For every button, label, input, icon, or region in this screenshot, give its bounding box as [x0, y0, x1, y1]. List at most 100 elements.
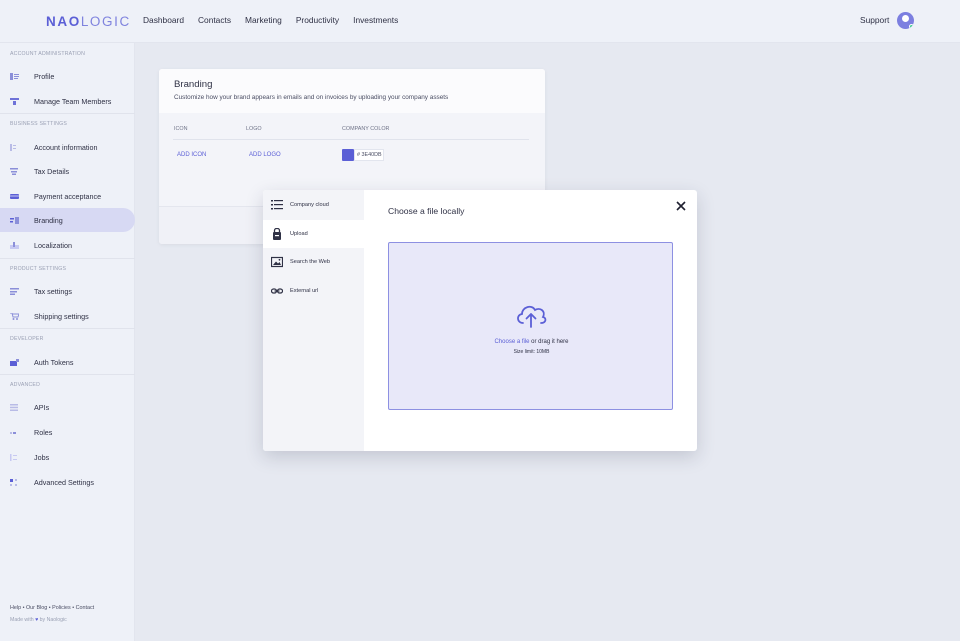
sidebar-item-account-information[interactable]: Account information — [0, 135, 135, 159]
sidebar-item-label: Profile — [34, 71, 55, 81]
sidebar-item-label: Shipping settings — [34, 311, 89, 321]
logo-bold-text: NAO — [46, 14, 81, 29]
roles-icon — [10, 431, 16, 434]
advanced-settings-icon — [10, 478, 17, 486]
sidebar-item-payment-acceptance[interactable]: Payment acceptance — [0, 184, 135, 208]
nav-contacts[interactable]: Contacts — [198, 15, 231, 25]
heart-icon: ♥ — [35, 617, 39, 623]
sidebar-item-label: Jobs — [34, 452, 50, 462]
section-title-product-settings: PRODUCT SETTINGS — [10, 266, 67, 272]
upload-icon — [273, 228, 281, 240]
avatar[interactable] — [897, 12, 914, 29]
column-header-company-color: COMPANY COLOR — [342, 126, 390, 132]
source-option-upload[interactable]: Upload — [263, 220, 364, 248]
list-icon — [271, 200, 283, 210]
source-option-label: Company cloud — [290, 202, 329, 208]
main-nav: Dashboard Contacts Marketing Productivit… — [143, 15, 398, 25]
sidebar-item-label: Auth Tokens — [34, 357, 74, 367]
auth-tokens-icon — [10, 358, 19, 366]
company-color-hex-input[interactable]: # 3E40DB — [354, 149, 384, 161]
source-option-search-web[interactable]: Search the Web — [263, 248, 364, 276]
company-color-swatch[interactable] — [342, 149, 354, 161]
section-divider — [0, 374, 135, 375]
footer-links[interactable]: Help • Our Blog • Policies • Contact — [10, 605, 94, 611]
add-logo-button[interactable]: ADD LOGO — [249, 152, 281, 158]
page-title: Branding — [174, 79, 213, 90]
sidebar-item-branding[interactable]: Branding — [0, 208, 135, 232]
sidebar: ACCOUNT ADMINISTRATION Profile Manage Te… — [0, 43, 135, 641]
sidebar-item-localization[interactable]: Localization — [0, 233, 135, 257]
sidebar-item-profile[interactable]: Profile — [0, 64, 135, 88]
source-option-label: Upload — [290, 231, 308, 237]
source-option-label: Search the Web — [290, 259, 331, 265]
account-info-icon — [10, 143, 16, 151]
sidebar-item-roles[interactable]: Roles — [0, 420, 135, 444]
section-divider — [0, 258, 135, 259]
tax-settings-icon — [10, 287, 19, 295]
drag-text: or drag it here — [529, 339, 569, 345]
sidebar-item-label: Tax settings — [34, 286, 72, 296]
nav-productivity[interactable]: Productivity — [296, 15, 339, 25]
modal-source-menu: Company cloud Upload Search the Web Exte… — [263, 190, 364, 451]
file-dropzone[interactable]: Choose a file or drag it here Size limit… — [388, 242, 673, 410]
file-picker-modal: Company cloud Upload Search the Web Exte… — [263, 190, 697, 451]
tax-details-icon — [10, 167, 18, 175]
page-subtitle: Customize how your brand appears in emai… — [174, 94, 449, 101]
section-divider — [0, 113, 135, 114]
jobs-icon — [10, 453, 17, 461]
team-icon — [10, 97, 19, 105]
localization-icon — [10, 241, 19, 249]
sidebar-item-advanced-settings[interactable]: Advanced Settings — [0, 470, 135, 494]
source-option-label: External url — [290, 288, 319, 294]
sidebar-item-manage-team-members[interactable]: Manage Team Members — [0, 89, 135, 113]
profile-icon — [10, 72, 19, 80]
close-icon[interactable] — [675, 200, 687, 212]
sidebar-item-label: Manage Team Members — [34, 96, 112, 106]
nav-investments[interactable]: Investments — [353, 15, 398, 25]
column-header-icon: ICON — [174, 126, 188, 132]
sidebar-item-label: Payment acceptance — [34, 191, 102, 201]
sidebar-item-label: Advanced Settings — [34, 477, 94, 487]
sidebar-item-apis[interactable]: APIs — [0, 395, 135, 419]
choose-file-link[interactable]: Choose a file — [494, 339, 529, 345]
section-title-business-settings: BUSINESS SETTINGS — [10, 121, 68, 127]
logo-light-text: LOGIC — [80, 14, 131, 29]
table-divider — [173, 139, 529, 140]
by-naologic-label: by Naologic — [39, 617, 67, 623]
column-header-logo: LOGO — [246, 126, 262, 132]
sidebar-item-jobs[interactable]: Jobs — [0, 445, 135, 469]
made-with-label: Made with — [10, 617, 34, 623]
add-icon-button[interactable]: ADD ICON — [177, 152, 206, 158]
naologic-logo[interactable]: NAOLOGIC — [46, 14, 131, 29]
cloud-upload-icon — [517, 305, 547, 328]
nav-marketing[interactable]: Marketing — [245, 15, 282, 25]
sidebar-item-label: Localization — [34, 240, 72, 250]
image-search-icon — [271, 256, 283, 268]
sidebar-item-label: Tax Details — [34, 166, 70, 176]
support-link[interactable]: Support — [860, 15, 889, 25]
avatar-head-icon — [902, 15, 909, 22]
source-option-external-url[interactable]: External url — [263, 277, 364, 305]
modal-title: Choose a file locally — [388, 206, 465, 216]
apis-icon — [10, 403, 18, 411]
made-with-text: Made with ♥ by Naologic — [10, 617, 67, 623]
sidebar-item-tax-settings[interactable]: Tax settings — [0, 279, 135, 303]
dropzone-instructions: Choose a file or drag it here — [389, 339, 674, 345]
payment-icon — [10, 193, 19, 199]
section-title-developer: DEVELOPER — [10, 336, 44, 342]
section-title-account-administration: ACCOUNT ADMINISTRATION — [10, 51, 86, 57]
branding-card-header: Branding Customize how your brand appear… — [159, 69, 545, 113]
source-option-company-cloud[interactable]: Company cloud — [263, 191, 364, 219]
sidebar-item-auth-tokens[interactable]: Auth Tokens — [0, 350, 135, 374]
nav-dashboard[interactable]: Dashboard — [143, 15, 184, 25]
sidebar-item-label: Account information — [34, 142, 98, 152]
branding-icon — [10, 216, 19, 224]
shipping-icon — [10, 312, 19, 320]
link-icon — [271, 288, 283, 294]
sidebar-item-tax-details[interactable]: Tax Details — [0, 159, 135, 183]
sidebar-item-label: Branding — [34, 215, 63, 225]
sidebar-item-shipping-settings[interactable]: Shipping settings — [0, 304, 135, 328]
size-limit-text: Size limit: 10MB — [513, 349, 550, 355]
section-title-advanced: ADVANCED — [10, 382, 41, 388]
section-divider — [0, 328, 135, 329]
